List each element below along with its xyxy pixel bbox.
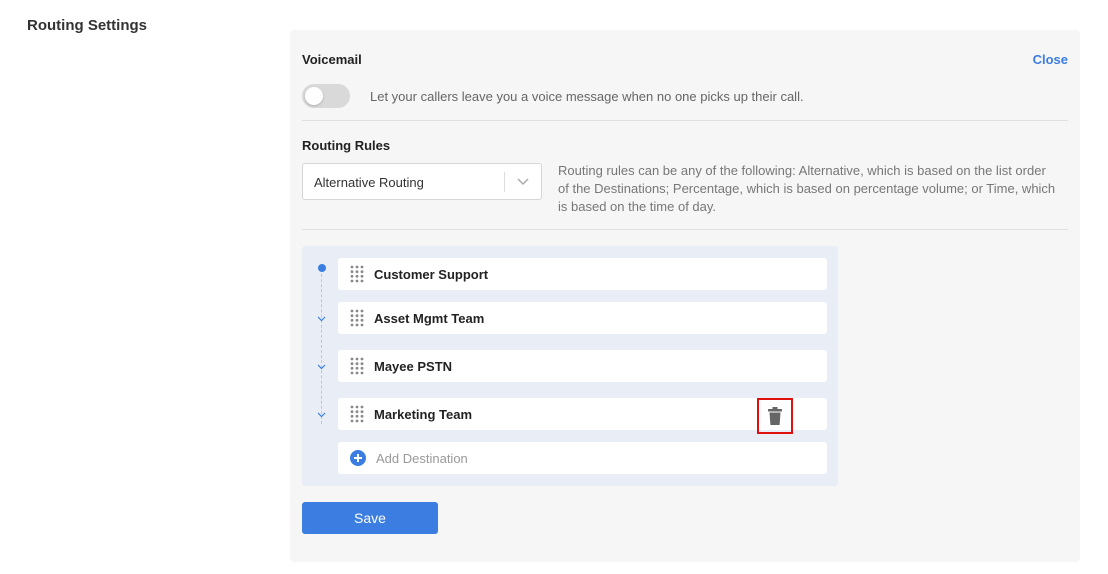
routing-panel: Voicemail Close Let your callers leave y… (290, 30, 1080, 562)
divider (302, 120, 1068, 121)
select-separator (504, 172, 505, 192)
routing-rule-value: Alternative Routing (314, 175, 424, 190)
routing-rules-title: Routing Rules (302, 138, 391, 153)
toggle-knob (305, 87, 323, 105)
divider (302, 229, 1068, 230)
voicemail-description: Let your callers leave you a voice messa… (370, 89, 804, 104)
close-link[interactable]: Close (1033, 52, 1068, 67)
add-destination-label: Add Destination (376, 451, 468, 466)
delete-destination-button[interactable] (757, 398, 793, 434)
routing-rule-select[interactable]: Alternative Routing (302, 163, 542, 200)
destination-name: Customer Support (374, 267, 489, 282)
chevron-down-icon (317, 364, 326, 370)
add-destination-button[interactable]: Add Destination (338, 442, 827, 474)
destination-row[interactable]: Marketing Team (338, 398, 827, 430)
destination-name: Marketing Team (374, 407, 473, 422)
destination-list: Customer Support Asset Mgmt Team Mayee P… (302, 246, 838, 486)
plus-circle-icon (350, 450, 366, 466)
chevron-down-icon (317, 412, 326, 418)
drag-handle-icon[interactable] (350, 357, 364, 375)
voicemail-title: Voicemail (302, 52, 362, 67)
timeline-start-dot (318, 264, 326, 272)
destination-name: Asset Mgmt Team (374, 311, 485, 326)
routing-rules-description: Routing rules can be any of the followin… (558, 163, 1056, 214)
save-button[interactable]: Save (302, 502, 438, 534)
destination-row[interactable]: Customer Support (338, 258, 827, 290)
voicemail-toggle[interactable] (302, 84, 350, 108)
drag-handle-icon[interactable] (350, 265, 364, 283)
destination-row[interactable]: Asset Mgmt Team (338, 302, 827, 334)
trash-icon[interactable] (768, 407, 782, 425)
timeline-line (321, 274, 322, 424)
chevron-down-icon (317, 316, 326, 322)
drag-handle-icon[interactable] (350, 405, 364, 423)
destination-row[interactable]: Mayee PSTN (338, 350, 827, 382)
drag-handle-icon[interactable] (350, 309, 364, 327)
chevron-down-icon (517, 178, 529, 186)
destination-name: Mayee PSTN (374, 359, 453, 374)
page-title: Routing Settings (27, 17, 147, 34)
